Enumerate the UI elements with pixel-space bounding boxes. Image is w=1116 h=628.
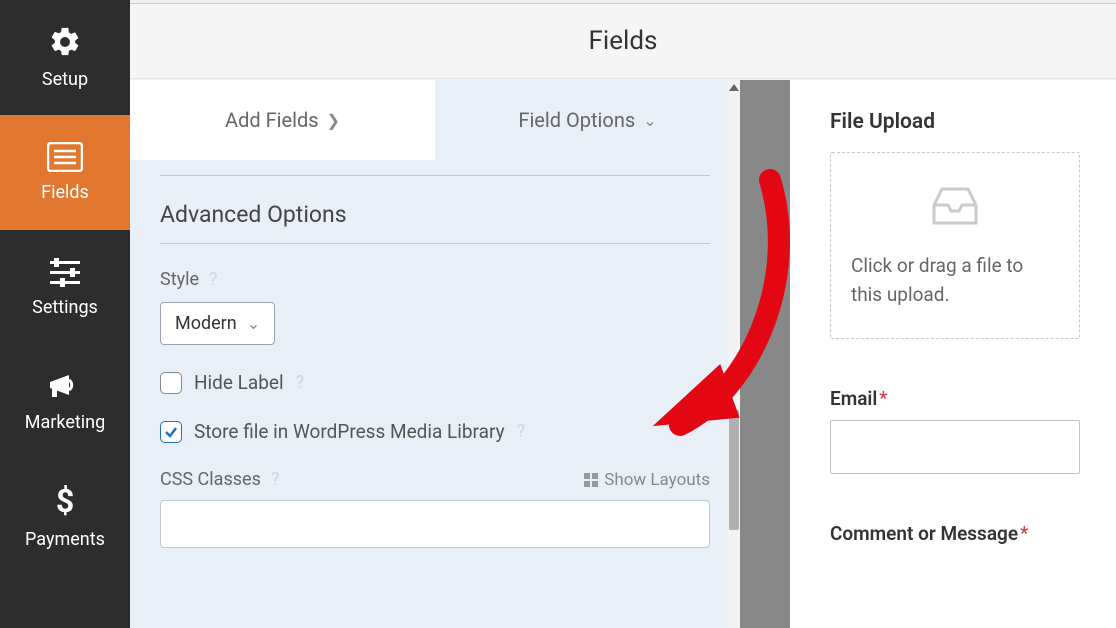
left-pane: Add Fields ❯ Field Options ⌄ Advanced Op… — [130, 80, 740, 628]
chevron-down-icon: ⌄ — [643, 111, 656, 130]
chevron-right-icon: ❯ — [327, 111, 340, 130]
email-label: Email* — [830, 387, 1116, 410]
store-file-row[interactable]: Store file in WordPress Media Library ? — [160, 420, 710, 443]
tab-add-fields[interactable]: Add Fields ❯ — [130, 80, 435, 160]
sidebar-item-fields[interactable]: Fields — [0, 115, 130, 230]
help-icon[interactable]: ? — [271, 469, 280, 490]
divider — [160, 175, 710, 176]
tabs: Add Fields ❯ Field Options ⌄ — [130, 80, 740, 160]
tab-field-options[interactable]: Field Options ⌄ — [435, 80, 740, 160]
divider — [160, 243, 710, 244]
chevron-down-icon: ⌄ — [247, 314, 260, 333]
file-upload-text: Click or drag a file to this upload. — [851, 251, 1059, 310]
css-classes-label: CSS Classes — [160, 469, 261, 490]
tab-label: Field Options — [518, 108, 635, 132]
sidebar: Setup Fields Settings Marketing $ Paymen… — [0, 0, 130, 628]
svg-text:$: $ — [56, 485, 74, 519]
style-value: Modern — [175, 313, 237, 334]
tab-label: Add Fields — [225, 108, 319, 132]
grid-icon — [584, 473, 598, 487]
css-classes-row: CSS Classes ? Show Layouts — [160, 469, 710, 490]
sidebar-item-label: Payments — [25, 529, 105, 550]
checkbox-hide-label[interactable] — [160, 372, 182, 394]
gear-icon — [48, 25, 82, 59]
sidebar-item-label: Fields — [41, 182, 89, 203]
style-row: Style ? Modern ⌄ — [160, 269, 710, 345]
page-title: Fields — [589, 26, 658, 56]
file-upload-dropzone[interactable]: Click or drag a file to this upload. — [830, 152, 1080, 339]
checkbox-store-file[interactable] — [160, 421, 182, 443]
comment-label: Comment or Message* — [830, 522, 1116, 545]
dollar-icon: $ — [55, 485, 75, 519]
inbox-icon — [928, 183, 982, 229]
sidebar-item-label: Setup — [42, 69, 88, 90]
pane-divider[interactable] — [740, 80, 790, 628]
style-label: Style — [160, 269, 199, 290]
sidebar-item-setup[interactable]: Setup — [0, 0, 130, 115]
show-layouts-label: Show Layouts — [604, 470, 710, 490]
sliders-icon — [48, 257, 82, 287]
sidebar-item-label: Marketing — [25, 412, 105, 433]
bullhorn-icon — [47, 372, 83, 402]
help-icon[interactable]: ? — [517, 421, 526, 442]
preview-pane: File Upload Click or drag a file to this… — [790, 80, 1116, 628]
sidebar-item-settings[interactable]: Settings — [0, 230, 130, 345]
sidebar-item-label: Settings — [32, 297, 98, 318]
header-bar: Fields — [130, 3, 1116, 79]
sidebar-item-payments[interactable]: $ Payments — [0, 460, 130, 575]
style-select[interactable]: Modern ⌄ — [160, 302, 275, 345]
options-panel: Advanced Options Style ? Modern ⌄ Hide L… — [130, 175, 740, 568]
store-file-text: Store file in WordPress Media Library — [194, 420, 505, 443]
scroll-thumb[interactable] — [729, 410, 739, 530]
file-upload-title: File Upload — [830, 110, 1116, 134]
help-icon[interactable]: ? — [296, 372, 305, 393]
css-classes-input[interactable] — [160, 500, 710, 548]
email-input[interactable] — [830, 420, 1080, 474]
hide-label-row[interactable]: Hide Label ? — [160, 371, 710, 394]
scrollbar[interactable] — [728, 80, 740, 628]
scroll-up-icon[interactable] — [729, 84, 739, 91]
section-title: Advanced Options — [160, 201, 710, 228]
sidebar-item-marketing[interactable]: Marketing — [0, 345, 130, 460]
help-icon[interactable]: ? — [209, 269, 218, 290]
hide-label-text: Hide Label — [194, 371, 284, 394]
show-layouts-button[interactable]: Show Layouts — [584, 470, 710, 490]
main-area: Add Fields ❯ Field Options ⌄ Advanced Op… — [130, 80, 1116, 628]
list-icon — [47, 142, 83, 172]
